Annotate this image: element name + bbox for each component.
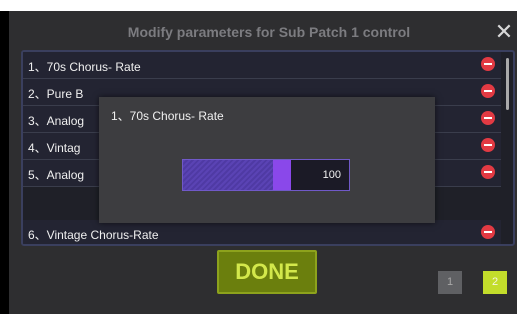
value-slider[interactable]: 100 [182,159,350,191]
page-1-button[interactable]: 1 [438,271,462,294]
top-bar [0,0,517,11]
minus-circle-icon[interactable] [481,111,495,125]
list-item-label: 5、Analog [28,168,85,182]
list-item-label: 1、70s Chorus- Rate [28,60,141,74]
list-item[interactable]: 6、Vintage Chorus-Rate [23,220,501,244]
list-item-label: 2、Pure B [28,87,84,101]
close-icon[interactable]: ✕ [494,21,514,43]
list-item-label: 3、Analog [28,114,85,128]
list-item-label: 4、Vintag [28,141,81,155]
minus-circle-icon[interactable] [481,57,495,71]
popup-title: 1、70s Chorus- Rate [111,109,224,123]
parameter-edit-popup: 1、70s Chorus- Rate 100 [99,97,435,223]
minus-circle-icon[interactable] [481,138,495,152]
slider-handle[interactable] [273,160,291,190]
minus-circle-icon[interactable] [481,165,495,179]
list-scrollbar[interactable] [506,58,509,110]
page-2-button[interactable]: 2 [483,271,507,294]
list-item-label: 6、Vintage Chorus-Rate [28,228,159,242]
list-item[interactable]: 1、70s Chorus- Rate [23,52,501,79]
slider-value: 100 [322,169,341,181]
minus-circle-icon[interactable] [481,84,495,98]
done-button[interactable]: DONE [217,250,317,294]
minus-circle-icon[interactable] [481,225,495,239]
modal-title: Modify parameters for Sub Patch 1 contro… [127,24,411,40]
